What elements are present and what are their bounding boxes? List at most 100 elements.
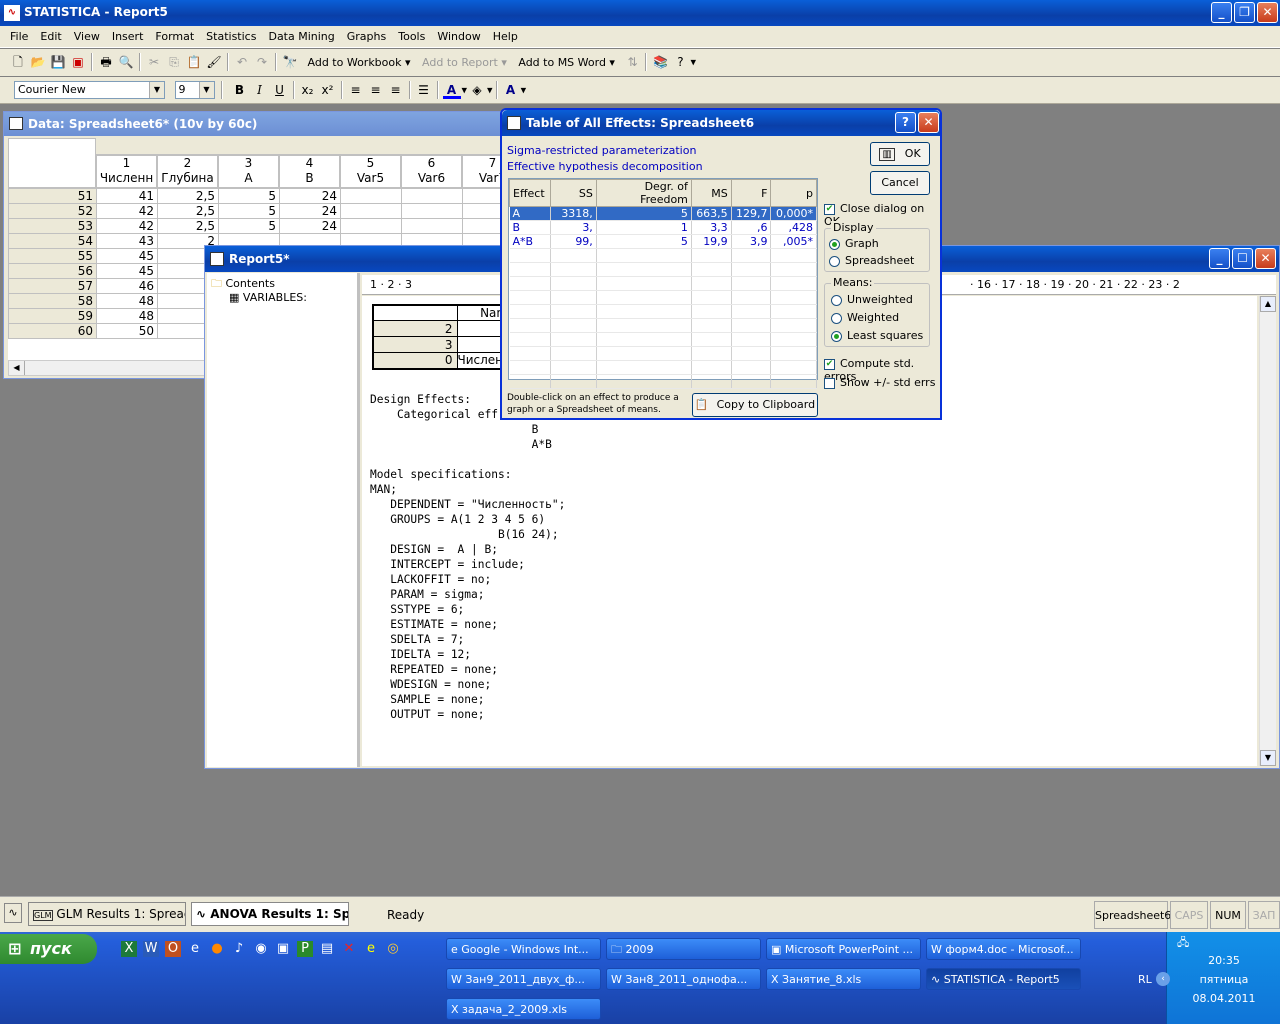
- ok-button[interactable]: ▥ OK: [870, 142, 930, 166]
- table-cell[interactable]: 50: [96, 323, 158, 339]
- scroll-up-icon[interactable]: ▲: [1260, 296, 1276, 312]
- close-button[interactable]: ✕: [1257, 2, 1278, 23]
- tree-item-variables[interactable]: ▦ VARIABLES:: [229, 291, 307, 304]
- menu-insert[interactable]: Insert: [106, 28, 150, 46]
- table-cell[interactable]: 48: [96, 308, 158, 324]
- workbook-tab-glm[interactable]: GLM GLM Results 1: Spreadshe...: [28, 902, 186, 926]
- table-cell[interactable]: 41: [96, 188, 158, 204]
- menu-statistics[interactable]: Statistics: [200, 28, 262, 46]
- menu-edit[interactable]: Edit: [34, 28, 67, 46]
- effects-column-header[interactable]: MS: [690, 179, 732, 207]
- table-cell[interactable]: 45: [96, 263, 158, 279]
- help-pointer-icon[interactable]: ?: [671, 53, 689, 71]
- task-zadacha[interactable]: X задача_2_2009.xls: [446, 998, 601, 1020]
- table-cell[interactable]: 46: [96, 278, 158, 294]
- app-title-bar[interactable]: ∿ STATISTICA - Report5 _ ❐ ✕: [0, 0, 1280, 26]
- row-header[interactable]: 60: [8, 323, 97, 339]
- add-to-workbook-button[interactable]: Add to Workbook ▾: [308, 56, 411, 69]
- cancel-button[interactable]: Cancel: [870, 171, 930, 195]
- table-cell[interactable]: 43: [96, 233, 158, 249]
- task-statistica[interactable]: ∿ STATISTICA - Report5: [926, 968, 1081, 990]
- dialog-close-button[interactable]: ✕: [918, 112, 939, 133]
- font-color-icon[interactable]: A: [442, 81, 461, 99]
- menu-tools[interactable]: Tools: [392, 28, 431, 46]
- tray-expand-icon[interactable]: ‹: [1156, 972, 1170, 986]
- menu-data-mining[interactable]: Data Mining: [262, 28, 340, 46]
- language-indicator[interactable]: RL: [1138, 973, 1152, 986]
- task-powerpoint[interactable]: ▣ Microsoft PowerPoint ...: [766, 938, 921, 960]
- new-icon[interactable]: 🗋: [9, 53, 27, 71]
- word-quicklaunch-icon[interactable]: W: [143, 941, 159, 957]
- minimize-button[interactable]: _: [1211, 2, 1232, 23]
- effects-column-header[interactable]: Effect: [508, 179, 552, 207]
- effects-row[interactable]: B 3, 1 3,3,6,428: [509, 220, 817, 235]
- align-left-icon[interactable]: ≡: [347, 81, 365, 99]
- superscript-icon[interactable]: x²: [319, 81, 337, 99]
- underline-icon[interactable]: U: [271, 81, 289, 99]
- bullets-icon[interactable]: ☰: [415, 81, 433, 99]
- print-icon[interactable]: 🖶: [97, 53, 115, 71]
- redo-icon[interactable]: ↷: [253, 53, 271, 71]
- ie-quicklaunch-icon[interactable]: e: [187, 941, 203, 957]
- row-header[interactable]: 54: [8, 233, 97, 249]
- means-weighted-radio[interactable]: Weighted: [831, 311, 899, 324]
- table-cell[interactable]: 2,5: [157, 203, 219, 219]
- table-cell[interactable]: [401, 188, 463, 204]
- column-header[interactable]: 6 Var6: [401, 155, 462, 188]
- align-center-icon[interactable]: ≡: [367, 81, 385, 99]
- effects-column-header[interactable]: F: [730, 179, 772, 207]
- row-header[interactable]: 56: [8, 263, 97, 279]
- undo-icon[interactable]: ↶: [233, 53, 251, 71]
- task-zanyatie8[interactable]: X Занятие_8.xls: [766, 968, 921, 990]
- table-cell[interactable]: 2,5: [157, 218, 219, 234]
- add-to-word-button[interactable]: Add to MS Word ▾: [518, 56, 615, 69]
- x-quicklaunch-icon[interactable]: ✕: [341, 941, 357, 957]
- table-cell[interactable]: 24: [279, 218, 341, 234]
- show-std-checkbox[interactable]: Show +/- std errs: [824, 376, 935, 389]
- row-header[interactable]: 51: [8, 188, 97, 204]
- report-maximize-button[interactable]: ☐: [1232, 248, 1253, 269]
- font-size-combo[interactable]: 9 ▼: [174, 81, 215, 99]
- print-preview-icon[interactable]: 🔍: [117, 53, 135, 71]
- menu-format[interactable]: Format: [149, 28, 200, 46]
- display-spreadsheet-radio[interactable]: Spreadsheet: [829, 254, 914, 267]
- row-header[interactable]: 59: [8, 308, 97, 324]
- dialog-help-button[interactable]: ?: [895, 112, 916, 133]
- table-cell[interactable]: [340, 188, 402, 204]
- dialog-title-bar[interactable]: Table of All Effects: Spreadsheet6 ? ✕: [502, 110, 940, 136]
- bold-icon[interactable]: B: [231, 81, 249, 99]
- workbook-tab-anova[interactable]: ∿ ANOVA Results 1: Sp...: [191, 902, 349, 926]
- row-header[interactable]: 55: [8, 248, 97, 264]
- spreadsheet-title-bar[interactable]: Data: Spreadsheet6* (10v by 60c): [4, 112, 562, 136]
- align-right-icon[interactable]: ≡: [387, 81, 405, 99]
- format-painter-icon[interactable]: 🖌: [205, 53, 223, 71]
- network-icon[interactable]: 🖧: [1177, 934, 1189, 953]
- display-graph-radio[interactable]: Graph: [829, 237, 879, 250]
- italic-icon[interactable]: I: [251, 81, 269, 99]
- add-to-report-button[interactable]: Add to Report ▾: [422, 56, 507, 69]
- pdf-icon[interactable]: ▣: [69, 53, 87, 71]
- table-cell[interactable]: [340, 203, 402, 219]
- row-header[interactable]: 57: [8, 278, 97, 294]
- chrome-quicklaunch-icon[interactable]: ◎: [385, 941, 401, 957]
- table-cell[interactable]: 42: [96, 203, 158, 219]
- report-close-button[interactable]: ✕: [1255, 248, 1276, 269]
- project-quicklaunch-icon[interactable]: P: [297, 941, 313, 957]
- find-icon[interactable]: 🔭: [281, 53, 299, 71]
- menu-file[interactable]: File: [4, 28, 34, 46]
- row-header[interactable]: 58: [8, 293, 97, 309]
- scroll-left-icon[interactable]: ◀: [9, 361, 25, 375]
- task-form4[interactable]: W форм4.doc - Microsof...: [926, 938, 1081, 960]
- table-cell[interactable]: 5: [218, 188, 280, 204]
- font-style-icon[interactable]: A: [502, 81, 520, 99]
- subscript-icon[interactable]: x₂: [299, 81, 317, 99]
- table-cell[interactable]: [401, 218, 463, 234]
- effects-column-header[interactable]: SS: [550, 179, 597, 207]
- column-header[interactable]: 4B: [279, 155, 340, 188]
- effects-row[interactable]: A*B 99, 5 19,9 3,9,005*: [509, 234, 817, 249]
- paste-icon[interactable]: 📋: [185, 53, 203, 71]
- table-cell[interactable]: 5: [218, 218, 280, 234]
- effects-column-header[interactable]: Degr. of Freedom: [595, 179, 692, 207]
- menu-view[interactable]: View: [68, 28, 106, 46]
- tool-quicklaunch-icon[interactable]: ▤: [319, 941, 335, 957]
